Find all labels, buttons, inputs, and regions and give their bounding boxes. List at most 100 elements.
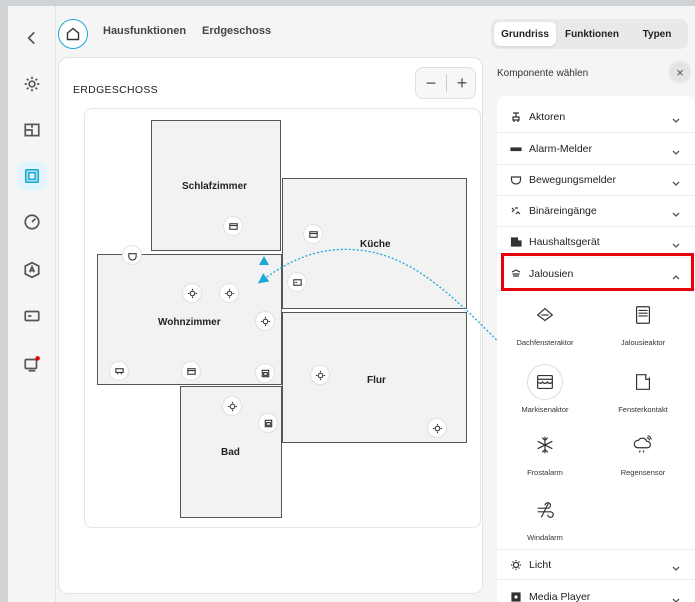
home-icon: [66, 27, 80, 41]
tab-funktionen[interactable]: Funktionen: [559, 22, 625, 46]
component-fensterkontakt[interactable]: Fensterkontakt: [608, 365, 678, 414]
component-markisenaktor[interactable]: Markisenaktor: [510, 365, 580, 414]
component-label: Jalousieaktor: [620, 338, 666, 347]
component-panel: Komponente wählen × Aktoren Alarm-Melder…: [491, 51, 695, 602]
room-label: Flur: [367, 375, 386, 386]
roof-window-icon: [528, 298, 562, 332]
zoom-out-button[interactable]: −: [416, 68, 446, 98]
component-dachfensteraktor[interactable]: Dachfensteraktor: [510, 298, 580, 347]
light-icon: [509, 558, 523, 572]
panel-title: Komponente wählen: [497, 68, 589, 79]
chevron-down-icon: [671, 560, 681, 571]
light-device-icon[interactable]: [223, 397, 241, 415]
binary-input-icon: [509, 204, 523, 218]
chevron-down-icon: [671, 144, 681, 155]
notifications-icon[interactable]: [18, 350, 46, 378]
annotation-highlight-box: [501, 253, 694, 291]
settings-gear-icon[interactable]: [18, 70, 46, 98]
floor-title: ERDGESCHOSS: [73, 84, 158, 96]
display-device-icon[interactable]: [256, 364, 274, 382]
room-label: Küche: [360, 239, 391, 250]
category-bewegungsmelder[interactable]: Bewegungsmelder: [497, 165, 695, 196]
category-binaereingaenge[interactable]: Binäreingänge: [497, 196, 695, 227]
tab-grundriss[interactable]: Grundriss: [494, 22, 556, 46]
chevron-down-icon: [671, 237, 681, 248]
room-wohnzimmer[interactable]: Wohnzimmer: [97, 246, 282, 385]
category-aktoren[interactable]: Aktoren: [497, 102, 695, 133]
display-device-icon[interactable]: [259, 414, 277, 432]
chevron-down-icon: [671, 206, 681, 217]
awning-icon: [528, 365, 562, 399]
back-chevron-icon[interactable]: [18, 24, 46, 52]
component-label: Frostalarm: [527, 468, 563, 477]
zoom-in-button[interactable]: +: [447, 68, 477, 98]
drop-target-marker: [259, 256, 269, 265]
floor-card: ERDGESCHOSS − + Schlafzimmer Küche Wohnz…: [58, 57, 483, 594]
tab-typen[interactable]: Typen: [629, 22, 685, 46]
category-alarm-melder[interactable]: Alarm-Melder: [497, 134, 695, 165]
gauge-icon[interactable]: [18, 208, 46, 236]
category-media-player[interactable]: Media Player: [497, 581, 695, 602]
light-device-icon[interactable]: [311, 366, 329, 384]
window-contact-device-icon[interactable]: [304, 225, 322, 243]
chevron-down-icon: [671, 112, 681, 123]
light-device-icon[interactable]: [256, 312, 274, 330]
light-device-icon[interactable]: [428, 419, 446, 437]
component-regensensor[interactable]: Regensensor: [608, 428, 678, 477]
floor-plan[interactable]: Schlafzimmer Küche Wohnzimmer Flur Bad: [84, 108, 481, 528]
category-label: Bewegungsmelder: [529, 174, 616, 186]
wind-icon: [528, 493, 562, 527]
appliance-device-icon[interactable]: [110, 362, 128, 380]
component-label: Windalarm: [527, 533, 563, 542]
left-rail: [8, 6, 56, 602]
category-label: Media Player: [529, 590, 591, 602]
floorplan-icon[interactable]: [18, 116, 46, 144]
component-frostalarm[interactable]: Frostalarm: [510, 428, 580, 477]
breadcrumb-hausfunktionen[interactable]: Hausfunktionen: [103, 25, 186, 37]
category-label: Binäreingänge: [529, 205, 597, 217]
chevron-down-icon: [671, 592, 681, 602]
display-icon[interactable]: [18, 302, 46, 330]
motion-sensor-icon: [509, 173, 523, 187]
window-contact-device-icon[interactable]: [182, 362, 200, 380]
room-kueche[interactable]: Küche: [282, 178, 467, 309]
room-label: Wohnzimmer: [158, 317, 221, 328]
room-label: Schlafzimmer: [182, 181, 248, 192]
actor-icon: [509, 110, 523, 124]
category-label: Haushaltsgerät: [529, 236, 600, 248]
motion-sensor-device-icon[interactable]: [123, 246, 141, 264]
app-window: Hausfunktionen Erdgeschoss Grundriss Fun…: [8, 6, 695, 602]
window-contact-icon: [626, 365, 660, 399]
component-label: Regensensor: [620, 468, 666, 477]
light-device-icon[interactable]: [183, 284, 201, 302]
component-list: Aktoren Alarm-Melder Bewegungsmelder Bin…: [497, 96, 695, 602]
view-tabs: Grundriss Funktionen Typen: [491, 19, 688, 49]
zoom-control: − +: [415, 67, 476, 99]
component-jalousieaktor[interactable]: Jalousieaktor: [608, 298, 678, 347]
component-label: Dachfensteraktor: [516, 338, 574, 347]
home-button[interactable]: [58, 19, 88, 49]
appliance-icon: [509, 235, 523, 249]
component-label: Markisenaktor: [521, 405, 569, 414]
breadcrumb-erdgeschoss[interactable]: Erdgeschoss: [202, 25, 271, 37]
component-label: Fensterkontakt: [618, 405, 668, 414]
frost-icon: [528, 428, 562, 462]
light-device-icon[interactable]: [220, 284, 238, 302]
room-bad[interactable]: Bad: [180, 386, 282, 518]
alarm-icon: [509, 142, 523, 156]
voice-assistant-icon[interactable]: [18, 256, 46, 284]
room-schlafzimmer[interactable]: Schlafzimmer: [151, 120, 281, 251]
chevron-down-icon: [671, 175, 681, 186]
display-device-icon[interactable]: [288, 273, 306, 291]
room-flur[interactable]: Flur: [282, 312, 467, 443]
category-label: Aktoren: [529, 111, 566, 123]
blind-actuator-icon: [626, 298, 660, 332]
rain-sensor-icon: [626, 428, 660, 462]
close-panel-button[interactable]: ×: [669, 61, 691, 83]
house-functions-icon[interactable]: [18, 162, 46, 190]
component-windalarm[interactable]: Windalarm: [510, 493, 580, 542]
window-contact-device-icon[interactable]: [224, 217, 242, 235]
category-label: Alarm-Melder: [529, 143, 593, 155]
category-label: Licht: [529, 558, 552, 571]
category-licht[interactable]: Licht: [497, 549, 695, 580]
